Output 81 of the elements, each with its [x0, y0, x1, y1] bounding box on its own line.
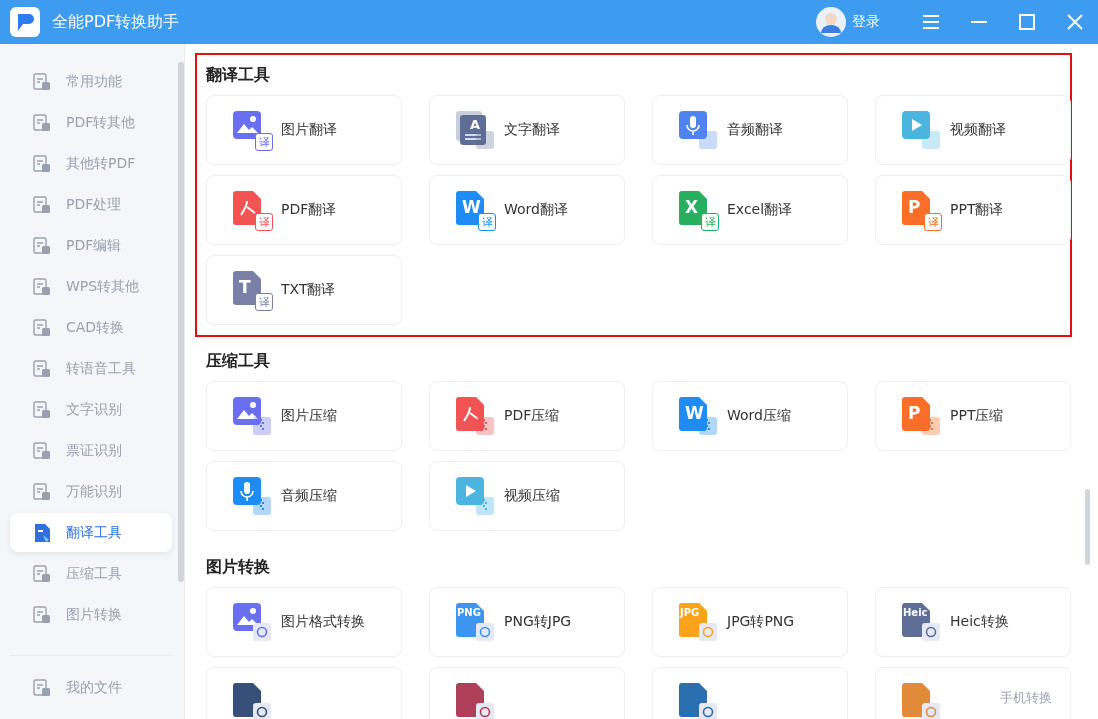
tool-tile[interactable]: X 译 Excel翻译	[652, 175, 848, 245]
badge: 译	[478, 213, 496, 231]
document-icon	[32, 604, 52, 625]
icon-letter: JPG	[680, 607, 700, 618]
tool-tile[interactable]	[206, 667, 402, 719]
icon-letter: W	[462, 197, 481, 217]
badge: 译	[255, 293, 273, 311]
bubble-icon	[922, 131, 940, 149]
tool-tile[interactable]: PNG PNG转JPG	[429, 587, 625, 657]
tool-tile[interactable]	[875, 667, 1071, 719]
convert-icon	[253, 703, 271, 719]
zip-icon	[253, 497, 271, 515]
bubble-icon	[476, 131, 494, 149]
icon-letter: W	[685, 403, 704, 423]
badge: 译	[924, 213, 942, 231]
document-icon	[32, 194, 52, 215]
tool-tile[interactable]: 视频压缩	[429, 461, 625, 531]
icon-letter: A	[470, 117, 481, 132]
zip-icon	[253, 417, 271, 435]
icon-letter: X	[685, 197, 699, 217]
tool-tile[interactable]	[652, 667, 848, 719]
zip-icon	[922, 417, 940, 435]
tool-tile[interactable]: 图片压缩	[206, 381, 402, 451]
tool-tile[interactable]: 视频翻译	[875, 95, 1071, 165]
document-icon	[32, 112, 52, 133]
maximize-icon[interactable]	[1016, 11, 1038, 33]
zip-icon	[476, 497, 494, 515]
tool-tile[interactable]: 图片格式转换	[206, 587, 402, 657]
zip-icon	[476, 417, 494, 435]
zip-icon	[699, 417, 717, 435]
document-icon	[32, 358, 52, 379]
tool-tile[interactable]	[429, 667, 625, 719]
convert-icon	[922, 623, 940, 641]
convert-icon	[699, 703, 717, 719]
tool-tile[interactable]: W Word压缩	[652, 381, 848, 451]
tool-tile[interactable]: JPG JPG转PNG	[652, 587, 848, 657]
tool-tile[interactable]: PDF压缩	[429, 381, 625, 451]
tool-tile[interactable]: P 译 PPT翻译	[875, 175, 1071, 245]
scrollbar[interactable]	[1085, 489, 1090, 565]
document-icon	[32, 71, 52, 92]
icon-letter: T	[239, 277, 251, 297]
tool-tile[interactable]: W 译 Word翻译	[429, 175, 625, 245]
convert-icon	[476, 703, 494, 719]
document-icon	[32, 317, 52, 338]
document-icon	[32, 276, 52, 297]
document-icon	[32, 399, 52, 420]
badge: 译	[255, 213, 273, 231]
convert-icon	[922, 703, 940, 719]
tool-tile[interactable]: 音频翻译	[652, 95, 848, 165]
document-icon	[32, 235, 52, 256]
icon-letter: PNG	[457, 607, 481, 618]
section-title: 压缩工具	[206, 349, 271, 372]
bubble-icon	[699, 131, 717, 149]
tool-tile[interactable]: Heic Heic转换	[875, 587, 1071, 657]
tool-tile[interactable]: P PPT压缩	[875, 381, 1071, 451]
section-title: 翻译工具	[206, 63, 271, 86]
app-logo	[10, 7, 40, 37]
avatar-icon	[816, 7, 846, 37]
tool-tile[interactable]: 译 PDF翻译	[206, 175, 402, 245]
document-icon	[32, 440, 52, 461]
convert-icon	[253, 623, 271, 641]
scrollbar[interactable]	[178, 62, 184, 582]
badge: 译	[255, 133, 273, 151]
tool-tile[interactable]: A 文字翻译	[429, 95, 625, 165]
sidebar-item[interactable]: 翻译工具	[10, 513, 172, 552]
document-icon	[32, 481, 52, 502]
document-icon	[32, 677, 52, 698]
convert-icon	[476, 623, 494, 641]
tool-tile[interactable]: T 译 TXT翻译	[206, 255, 402, 325]
badge: 译	[701, 213, 719, 231]
document-icon	[32, 153, 52, 174]
document-icon	[32, 522, 52, 543]
section-title: 图片转换	[206, 555, 271, 578]
icon-letter: P	[908, 197, 921, 217]
convert-icon	[699, 623, 717, 641]
window-title: 全能PDF转换助手	[52, 11, 181, 33]
tool-tile[interactable]: 译 图片翻译	[206, 95, 402, 165]
tool-tile[interactable]: 音频压缩	[206, 461, 402, 531]
icon-letter: P	[908, 403, 921, 423]
document-icon	[32, 563, 52, 584]
icon-letter: Heic	[903, 607, 928, 618]
